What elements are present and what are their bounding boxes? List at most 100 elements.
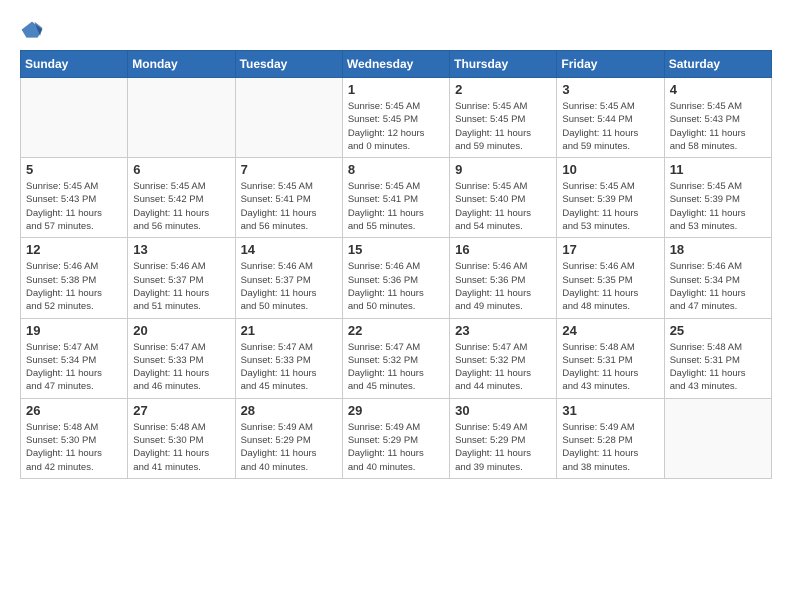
day-number: 17 xyxy=(562,242,658,257)
day-number: 8 xyxy=(348,162,444,177)
day-number: 19 xyxy=(26,323,122,338)
day-info: Sunrise: 5:45 AM Sunset: 5:41 PM Dayligh… xyxy=(348,180,444,233)
calendar-cell: 6Sunrise: 5:45 AM Sunset: 5:42 PM Daylig… xyxy=(128,158,235,238)
calendar-cell: 9 Sunrise: 5:45 AM Sunset: 5:40 PM Daylig… xyxy=(450,158,557,238)
day-info: Sunrise: 5:45 AM Sunset: 5:45 PM Dayligh… xyxy=(455,100,551,153)
calendar-cell: 31 Sunrise: 5:49 AM Sunset: 5:28 PM Dayli… xyxy=(557,398,664,478)
calendar-cell: 26 Sunrise: 5:48 AM Sunset: 5:30 PM Dayli… xyxy=(21,398,128,478)
day-info: Sunrise: 5:49 AM Sunset: 5:29 PM Dayligh… xyxy=(241,421,337,474)
calendar-cell: 24Sunrise: 5:48 AM Sunset: 5:31 PM Dayli… xyxy=(557,318,664,398)
day-info: Sunrise: 5:45 AM Sunset: 5:42 PM Dayligh… xyxy=(133,180,229,233)
day-number: 13 xyxy=(133,242,229,257)
day-number: 25 xyxy=(670,323,766,338)
day-info: Sunrise: 5:48 AM Sunset: 5:31 PM Dayligh… xyxy=(562,341,658,394)
calendar-week-row: 1 Sunrise: 5:45 AM Sunset: 5:45 PM Daylig… xyxy=(21,78,772,158)
day-number: 10 xyxy=(562,162,658,177)
calendar-cell: 10 Sunrise: 5:45 AM Sunset: 5:39 PM Dayli… xyxy=(557,158,664,238)
day-info: Sunrise: 5:48 AM Sunset: 5:30 PM Dayligh… xyxy=(26,421,122,474)
day-info: Sunrise: 5:45 AM Sunset: 5:39 PM Dayligh… xyxy=(670,180,766,233)
day-number: 9 xyxy=(455,162,551,177)
calendar-cell: 27Sunrise: 5:48 AM Sunset: 5:30 PM Dayli… xyxy=(128,398,235,478)
day-info: Sunrise: 5:45 AM Sunset: 5:45 PM Dayligh… xyxy=(348,100,444,153)
day-number: 29 xyxy=(348,403,444,418)
calendar-cell: 19 Sunrise: 5:47 AM Sunset: 5:34 PM Dayli… xyxy=(21,318,128,398)
calendar-cell: 30Sunrise: 5:49 AM Sunset: 5:29 PM Dayli… xyxy=(450,398,557,478)
day-info: Sunrise: 5:46 AM Sunset: 5:35 PM Dayligh… xyxy=(562,260,658,313)
calendar-cell: 4 Sunrise: 5:45 AM Sunset: 5:43 PM Daylig… xyxy=(664,78,771,158)
day-number: 28 xyxy=(241,403,337,418)
calendar-cell: 1 Sunrise: 5:45 AM Sunset: 5:45 PM Daylig… xyxy=(342,78,449,158)
weekday-header-sunday: Sunday xyxy=(21,51,128,78)
day-info: Sunrise: 5:45 AM Sunset: 5:43 PM Dayligh… xyxy=(670,100,766,153)
calendar-cell xyxy=(21,78,128,158)
day-number: 18 xyxy=(670,242,766,257)
calendar-cell: 23 Sunrise: 5:47 AM Sunset: 5:32 PM Dayli… xyxy=(450,318,557,398)
day-number: 12 xyxy=(26,242,122,257)
day-info: Sunrise: 5:48 AM Sunset: 5:30 PM Dayligh… xyxy=(133,421,229,474)
calendar-cell: 18 Sunrise: 5:46 AM Sunset: 5:34 PM Dayli… xyxy=(664,238,771,318)
calendar-cell: 7Sunrise: 5:45 AM Sunset: 5:41 PM Daylig… xyxy=(235,158,342,238)
logo xyxy=(20,20,46,40)
day-info: Sunrise: 5:47 AM Sunset: 5:32 PM Dayligh… xyxy=(348,341,444,394)
day-number: 15 xyxy=(348,242,444,257)
calendar-cell: 22 Sunrise: 5:47 AM Sunset: 5:32 PM Dayli… xyxy=(342,318,449,398)
day-number: 5 xyxy=(26,162,122,177)
weekday-header-wednesday: Wednesday xyxy=(342,51,449,78)
calendar-cell: 11 Sunrise: 5:45 AM Sunset: 5:39 PM Dayli… xyxy=(664,158,771,238)
day-info: Sunrise: 5:46 AM Sunset: 5:36 PM Dayligh… xyxy=(455,260,551,313)
calendar-cell: 16 Sunrise: 5:46 AM Sunset: 5:36 PM Dayli… xyxy=(450,238,557,318)
calendar-cell: 14 Sunrise: 5:46 AM Sunset: 5:37 PM Dayli… xyxy=(235,238,342,318)
weekday-header-tuesday: Tuesday xyxy=(235,51,342,78)
calendar-cell: 15 Sunrise: 5:46 AM Sunset: 5:36 PM Dayli… xyxy=(342,238,449,318)
calendar-cell xyxy=(664,398,771,478)
day-info: Sunrise: 5:45 AM Sunset: 5:44 PM Dayligh… xyxy=(562,100,658,153)
day-number: 31 xyxy=(562,403,658,418)
day-number: 26 xyxy=(26,403,122,418)
calendar-cell: 21Sunrise: 5:47 AM Sunset: 5:33 PM Dayli… xyxy=(235,318,342,398)
day-number: 21 xyxy=(241,323,337,338)
day-number: 1 xyxy=(348,82,444,97)
calendar-cell: 3 Sunrise: 5:45 AM Sunset: 5:44 PM Daylig… xyxy=(557,78,664,158)
day-info: Sunrise: 5:47 AM Sunset: 5:32 PM Dayligh… xyxy=(455,341,551,394)
day-number: 7 xyxy=(241,162,337,177)
calendar-cell: 5 Sunrise: 5:45 AM Sunset: 5:43 PM Daylig… xyxy=(21,158,128,238)
weekday-header-row: SundayMondayTuesdayWednesdayThursdayFrid… xyxy=(21,51,772,78)
calendar-week-row: 19 Sunrise: 5:47 AM Sunset: 5:34 PM Dayli… xyxy=(21,318,772,398)
weekday-header-thursday: Thursday xyxy=(450,51,557,78)
calendar-cell: 20Sunrise: 5:47 AM Sunset: 5:33 PM Dayli… xyxy=(128,318,235,398)
calendar-cell: 2Sunrise: 5:45 AM Sunset: 5:45 PM Daylig… xyxy=(450,78,557,158)
day-info: Sunrise: 5:45 AM Sunset: 5:40 PM Dayligh… xyxy=(455,180,551,233)
day-info: Sunrise: 5:46 AM Sunset: 5:34 PM Dayligh… xyxy=(670,260,766,313)
day-info: Sunrise: 5:46 AM Sunset: 5:37 PM Dayligh… xyxy=(241,260,337,313)
calendar-week-row: 5 Sunrise: 5:45 AM Sunset: 5:43 PM Daylig… xyxy=(21,158,772,238)
calendar-cell xyxy=(235,78,342,158)
calendar-cell: 29 Sunrise: 5:49 AM Sunset: 5:29 PM Dayli… xyxy=(342,398,449,478)
calendar-cell: 17 Sunrise: 5:46 AM Sunset: 5:35 PM Dayli… xyxy=(557,238,664,318)
calendar-week-row: 12 Sunrise: 5:46 AM Sunset: 5:38 PM Dayli… xyxy=(21,238,772,318)
day-info: Sunrise: 5:46 AM Sunset: 5:37 PM Dayligh… xyxy=(133,260,229,313)
day-number: 16 xyxy=(455,242,551,257)
day-number: 20 xyxy=(133,323,229,338)
calendar-week-row: 26 Sunrise: 5:48 AM Sunset: 5:30 PM Dayli… xyxy=(21,398,772,478)
day-info: Sunrise: 5:45 AM Sunset: 5:39 PM Dayligh… xyxy=(562,180,658,233)
calendar-cell: 13 Sunrise: 5:46 AM Sunset: 5:37 PM Dayli… xyxy=(128,238,235,318)
calendar-cell: 28 Sunrise: 5:49 AM Sunset: 5:29 PM Dayli… xyxy=(235,398,342,478)
day-info: Sunrise: 5:45 AM Sunset: 5:43 PM Dayligh… xyxy=(26,180,122,233)
day-number: 23 xyxy=(455,323,551,338)
weekday-header-friday: Friday xyxy=(557,51,664,78)
day-info: Sunrise: 5:49 AM Sunset: 5:29 PM Dayligh… xyxy=(348,421,444,474)
day-info: Sunrise: 5:46 AM Sunset: 5:38 PM Dayligh… xyxy=(26,260,122,313)
day-info: Sunrise: 5:49 AM Sunset: 5:29 PM Dayligh… xyxy=(455,421,551,474)
calendar-cell: 25Sunrise: 5:48 AM Sunset: 5:31 PM Dayli… xyxy=(664,318,771,398)
day-info: Sunrise: 5:46 AM Sunset: 5:36 PM Dayligh… xyxy=(348,260,444,313)
calendar-cell: 12 Sunrise: 5:46 AM Sunset: 5:38 PM Dayli… xyxy=(21,238,128,318)
weekday-header-monday: Monday xyxy=(128,51,235,78)
page-header xyxy=(20,20,772,40)
day-number: 3 xyxy=(562,82,658,97)
day-number: 4 xyxy=(670,82,766,97)
day-number: 11 xyxy=(670,162,766,177)
day-number: 14 xyxy=(241,242,337,257)
day-number: 22 xyxy=(348,323,444,338)
day-info: Sunrise: 5:47 AM Sunset: 5:34 PM Dayligh… xyxy=(26,341,122,394)
day-info: Sunrise: 5:49 AM Sunset: 5:28 PM Dayligh… xyxy=(562,421,658,474)
